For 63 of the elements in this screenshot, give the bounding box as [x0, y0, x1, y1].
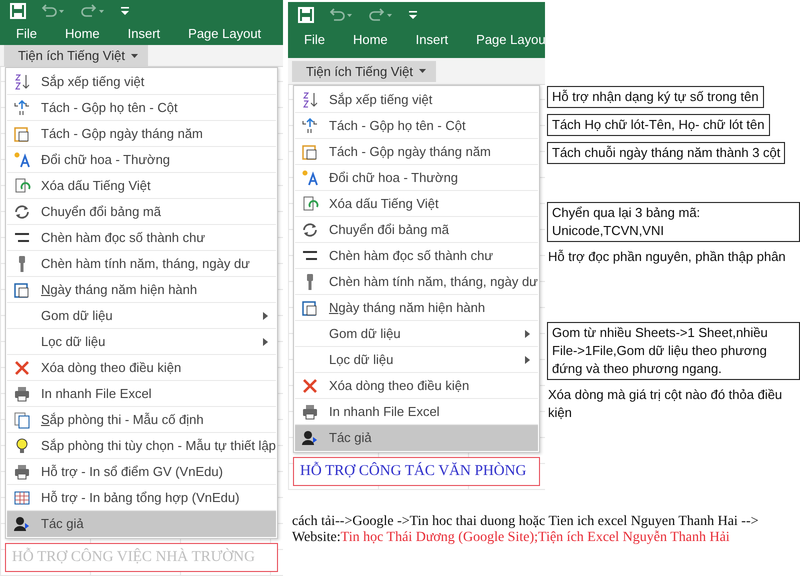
- pages-icon: [13, 410, 31, 428]
- ribbon-tab[interactable]: Home: [346, 28, 398, 51]
- ribbon-tab[interactable]: Insert: [122, 22, 170, 45]
- ribbon-tab[interactable]: File: [10, 22, 47, 45]
- calendar-icon: [13, 124, 31, 142]
- redo-icon[interactable]: [80, 4, 106, 18]
- calendar-icon: [301, 298, 319, 316]
- save-icon[interactable]: [298, 7, 314, 23]
- document-refresh-icon: [13, 176, 31, 194]
- text-case-icon: [13, 150, 31, 168]
- sort-icon: [13, 72, 31, 90]
- callout-box: Chyển qua lại 3 bảng mã: Unicode,TCVN,VNI: [547, 202, 800, 242]
- website-link[interactable]: Tin học Thái Dương (Google Site);Tiện ích Excel Nguyễn Thanh Hải: [340, 530, 730, 545]
- printer-icon: [301, 402, 319, 420]
- menu-item[interactable]: Tác giả: [7, 511, 276, 537]
- download-instructions: cách tải-->Google ->Tin hoc thai duong hoặc Tien ich excel Nguyen Thanh Hai --> Website:Tin học Thái Dương (Google Site);Tiện ích Excel Nguyễn Thanh Hải: [292, 514, 760, 546]
- sort-icon: [301, 90, 319, 108]
- ribbon-tab[interactable]: File: [298, 28, 335, 51]
- split-icon: [301, 116, 319, 134]
- close-icon: [301, 376, 319, 394]
- customize-icon[interactable]: [408, 9, 418, 21]
- dropdown-button[interactable]: Tiện ích Tiếng Việt: [4, 45, 148, 66]
- undo-icon[interactable]: [40, 4, 66, 18]
- printer-icon: [13, 462, 31, 480]
- printer-icon: [13, 384, 31, 402]
- undo-icon[interactable]: [328, 8, 354, 22]
- ribbon-tab[interactable]: Home: [58, 22, 110, 45]
- person-icon: [13, 514, 31, 532]
- table-icon: [13, 488, 31, 506]
- close-icon: [13, 358, 31, 376]
- split-icon: [13, 98, 31, 116]
- menu-item[interactable]: Tác giả: [295, 425, 538, 451]
- redo-icon[interactable]: [368, 8, 394, 22]
- submenu-arrow-icon: [263, 338, 268, 346]
- callout-box: Tách Họ chữ lót-Tên, Họ- chữ lót tên: [547, 114, 770, 136]
- menu-item-label: Sắp phòng thi - Mẫu cố định: [41, 412, 205, 427]
- person-icon: [301, 428, 319, 446]
- ribbon-tab[interactable]: Insert: [410, 28, 458, 51]
- caption: HỖ TRỢ CÔNG VIỆC NHÀ TRƯỜNG: [5, 543, 278, 572]
- note-text: Xóa dòng mà giá trị cột nào đó thỏa điều kiện: [547, 386, 784, 422]
- callout-box: Gom từ nhiều Sheets->1 Sheet,nhiều File->1File,Gom dữ liệu theo phương đứng và theo phương ngang.: [547, 322, 800, 380]
- caret-icon: [130, 54, 138, 58]
- caption: HỖ TRỢ CÔNG TÁC VĂN PHÒNG: [293, 457, 540, 486]
- save-icon[interactable]: [10, 3, 26, 19]
- callout-box: Hỗ trợ nhận dạng ký tự số trong tên: [547, 86, 764, 108]
- refresh-icon: [13, 202, 31, 220]
- ribbon-tab[interactable]: Page Layout: [182, 22, 272, 45]
- callout-box: Tách chuỗi ngày tháng năm thành 3 cột: [547, 142, 786, 164]
- ribbon-tab[interactable]: Page Layou: [470, 28, 545, 51]
- calendar-icon: [13, 280, 31, 298]
- text-case-icon: [301, 168, 319, 186]
- refresh-icon: [301, 220, 319, 238]
- dropdown-button[interactable]: Tiện ích Tiếng Việt: [292, 60, 436, 82]
- caret-icon: [418, 69, 426, 73]
- menu-item-label: Ngày tháng năm hiện hành: [329, 300, 486, 315]
- note-text: Hỗ trợ đọc phần nguyên, phần thập phân: [547, 248, 786, 266]
- menu-item-label: Ngày tháng năm hiện hành: [41, 282, 198, 297]
- submenu-arrow-icon: [525, 330, 530, 338]
- calendar-icon: [301, 142, 319, 160]
- customize-icon[interactable]: [120, 5, 130, 17]
- submenu-arrow-icon: [263, 312, 268, 320]
- document-refresh-icon: [301, 194, 319, 212]
- submenu-arrow-icon: [525, 356, 530, 364]
